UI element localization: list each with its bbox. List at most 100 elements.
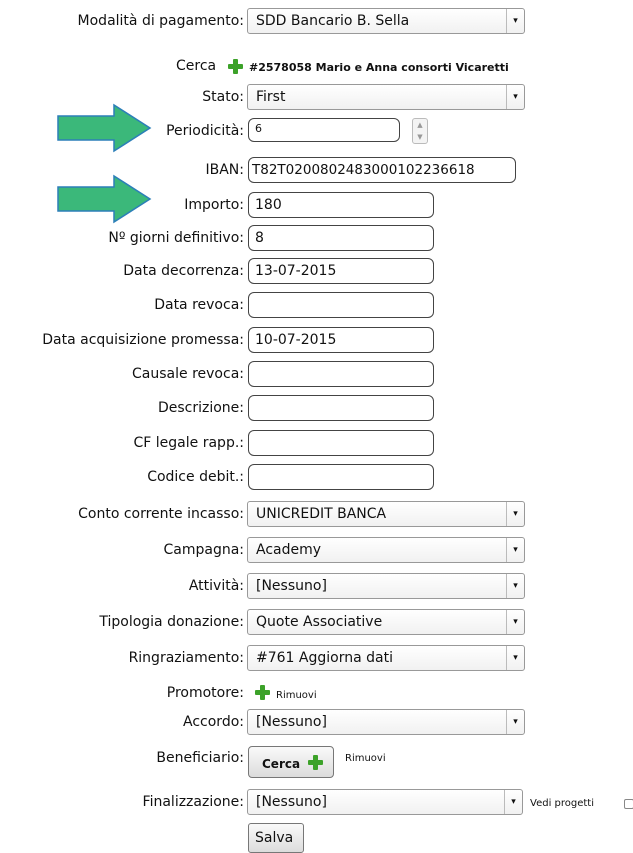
- row-cf: CF legale rapp.:: [0, 430, 633, 458]
- campagna-select[interactable]: Academy ▾: [247, 537, 525, 563]
- row-acquisizione: Data acquisizione promessa: 10-07-2015: [0, 327, 633, 355]
- attivita-select[interactable]: [Nessuno] ▾: [247, 573, 525, 599]
- chevron-down-icon: ▾: [506, 85, 524, 109]
- accordo-value: [Nessuno]: [256, 714, 327, 730]
- chevron-down-icon: ▾: [506, 710, 524, 734]
- periodicita-field[interactable]: 6: [248, 118, 400, 142]
- modalita-label: Modalità di pagamento:: [77, 13, 244, 29]
- acquisizione-label: Data acquisizione promessa:: [42, 332, 244, 348]
- periodicita-label: Periodicità:: [166, 123, 244, 139]
- giorni-value: 8: [255, 230, 264, 246]
- vedi-progetti-checkbox[interactable]: [624, 799, 633, 809]
- beneficiario-remove-link[interactable]: Rimuovi: [345, 753, 386, 764]
- chevron-down-icon: ▾: [506, 574, 524, 598]
- chevron-down-icon: ▾: [506, 502, 524, 526]
- ringraziamento-value: #761 Aggiorna dati: [256, 650, 393, 666]
- chevron-down-icon: ▾: [506, 646, 524, 670]
- causale-label: Causale revoca:: [132, 366, 244, 382]
- causale-field[interactable]: [248, 361, 434, 387]
- chevron-down-icon: ▾: [506, 610, 524, 634]
- conto-select[interactable]: UNICREDIT BANCA ▾: [247, 501, 525, 527]
- row-modalita: Modalità di pagamento: SDD Bancario B. S…: [0, 8, 633, 36]
- row-revoca: Data revoca:: [0, 292, 633, 320]
- iban-label: IBAN:: [205, 162, 245, 178]
- save-button[interactable]: Salva: [248, 823, 304, 853]
- row-promotore: Promotore: Rimuovi: [0, 683, 633, 705]
- promotore-label: Promotore:: [166, 685, 244, 701]
- giorni-label: Nº giorni definitivo:: [108, 230, 244, 246]
- row-ringraziamento: Ringraziamento: #761 Aggiorna dati ▾: [0, 645, 633, 673]
- iban-field[interactable]: T82T0200802483000102236618: [248, 157, 516, 183]
- arrow-annotation-icon: [57, 174, 152, 224]
- row-campagna: Campagna: Academy ▾: [0, 537, 633, 565]
- beneficiario-button-label: Cerca: [262, 757, 301, 771]
- accordo-label: Accordo:: [183, 714, 244, 730]
- cf-field[interactable]: [248, 430, 434, 456]
- codice-field[interactable]: [248, 464, 434, 490]
- vedi-progetti-label: Vedi progetti: [530, 798, 594, 809]
- row-codice: Codice debit.:: [0, 464, 633, 492]
- save-button-label: Salva: [255, 830, 294, 846]
- periodicita-value: 6: [255, 122, 262, 135]
- stato-label: Stato:: [202, 89, 244, 105]
- row-tipologia: Tipologia donazione: Quote Associative ▾: [0, 609, 633, 637]
- stato-select[interactable]: First ▾: [247, 84, 525, 110]
- importo-label: Importo:: [184, 197, 244, 213]
- row-conto: Conto corrente incasso: UNICREDIT BANCA …: [0, 501, 633, 529]
- attivita-value: [Nessuno]: [256, 578, 327, 594]
- row-attivita: Attività: [Nessuno] ▾: [0, 573, 633, 601]
- row-beneficiario: Beneficiario: Cerca Rimuovi: [0, 744, 633, 780]
- codice-label: Codice debit.:: [147, 469, 244, 485]
- tipologia-value: Quote Associative: [256, 614, 383, 630]
- conto-label: Conto corrente incasso:: [78, 506, 244, 522]
- chevron-down-icon: ▾: [506, 538, 524, 562]
- finalizzazione-label: Finalizzazione:: [142, 794, 244, 810]
- row-causale: Causale revoca:: [0, 361, 633, 389]
- promotore-remove-link[interactable]: Rimuovi: [276, 690, 317, 701]
- giorni-field[interactable]: 8: [248, 225, 434, 251]
- campagna-value: Academy: [256, 542, 322, 558]
- modalita-select[interactable]: SDD Bancario B. Sella ▾: [247, 8, 525, 34]
- tipologia-label: Tipologia donazione:: [99, 614, 244, 630]
- revoca-label: Data revoca:: [154, 297, 244, 313]
- ringraziamento-label: Ringraziamento:: [128, 650, 244, 666]
- conto-value: UNICREDIT BANCA: [256, 506, 387, 522]
- beneficiario-cerca-button[interactable]: Cerca: [248, 746, 334, 778]
- acquisizione-value: 10-07-2015: [255, 332, 337, 348]
- decorrenza-field[interactable]: 13-07-2015: [248, 258, 434, 284]
- decorrenza-label: Data decorrenza:: [123, 263, 244, 279]
- descrizione-label: Descrizione:: [157, 400, 244, 416]
- importo-field[interactable]: 180: [248, 192, 434, 218]
- finalizzazione-select[interactable]: [Nessuno] ▾: [247, 789, 523, 815]
- row-descrizione: Descrizione:: [0, 395, 633, 423]
- row-finalizzazione: Finalizzazione: [Nessuno] ▾ Vedi progett…: [0, 789, 633, 817]
- row-decorrenza: Data decorrenza: 13-07-2015: [0, 258, 633, 286]
- cerca-label: Cerca: [176, 58, 217, 74]
- arrow-annotation-icon: [57, 103, 152, 153]
- stato-value: First: [256, 89, 286, 105]
- campagna-label: Campagna:: [163, 542, 244, 558]
- periodicita-stepper[interactable]: ▲ ▼: [412, 118, 428, 144]
- add-icon[interactable]: [228, 59, 243, 74]
- row-cerca: Cerca #2578058 Mario e Anna consorti Vic…: [0, 56, 633, 78]
- chevron-down-icon: ▾: [504, 790, 522, 814]
- accordo-select[interactable]: [Nessuno] ▾: [247, 709, 525, 735]
- row-accordo: Accordo: [Nessuno] ▾: [0, 709, 633, 737]
- tipologia-select[interactable]: Quote Associative ▾: [247, 609, 525, 635]
- attivita-label: Attività:: [188, 578, 244, 594]
- cf-label: CF legale rapp.:: [133, 435, 244, 451]
- importo-value: 180: [255, 197, 282, 213]
- finalizzazione-value: [Nessuno]: [256, 794, 327, 810]
- decorrenza-value: 13-07-2015: [255, 263, 337, 279]
- chevron-down-icon: ▾: [506, 9, 524, 33]
- iban-value: T82T0200802483000102236618: [252, 162, 475, 178]
- record-name: #2578058 Mario e Anna consorti Vicaretti: [249, 61, 509, 74]
- revoca-field[interactable]: [248, 292, 434, 318]
- descrizione-field[interactable]: [248, 395, 434, 421]
- ringraziamento-select[interactable]: #761 Aggiorna dati ▾: [247, 645, 525, 671]
- row-giorni: Nº giorni definitivo: 8: [0, 225, 633, 253]
- acquisizione-field[interactable]: 10-07-2015: [248, 327, 434, 353]
- add-icon: [308, 755, 323, 770]
- beneficiario-label: Beneficiario:: [156, 750, 244, 766]
- add-icon[interactable]: [255, 685, 270, 700]
